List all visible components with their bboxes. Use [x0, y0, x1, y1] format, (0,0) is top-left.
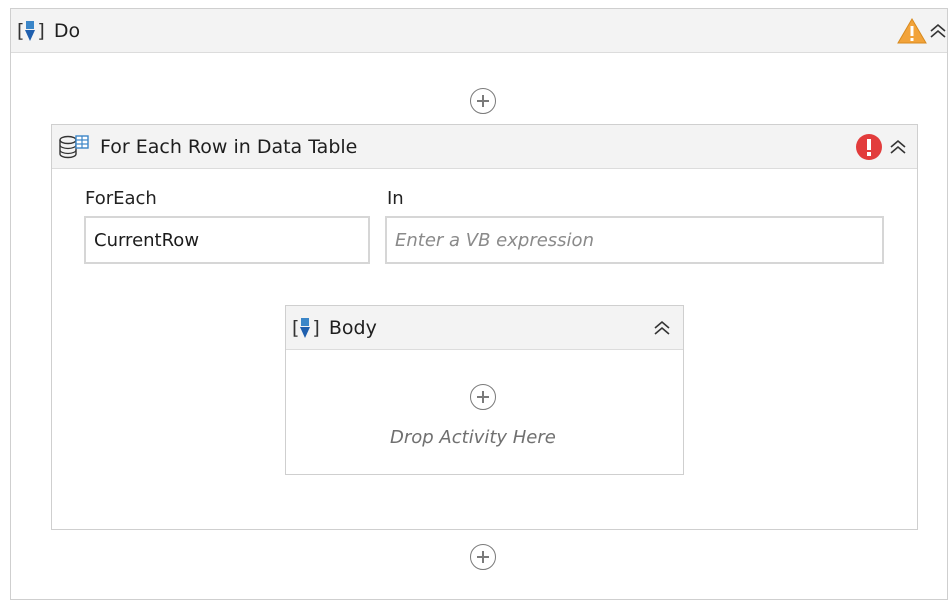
sequence-icon: []: [292, 316, 320, 339]
collapse-chevrons-icon[interactable]: [653, 319, 671, 337]
add-activity-button-body[interactable]: [470, 384, 496, 410]
drop-activity-hint: Drop Activity Here: [390, 427, 556, 448]
foreach-variable-input[interactable]: CurrentRow: [84, 216, 370, 264]
data-table-icon: [59, 134, 89, 158]
sequence-icon: []: [17, 19, 45, 42]
in-expression-input[interactable]: Enter a VB expression: [385, 216, 884, 264]
do-sequence-title: Do: [53, 19, 81, 42]
warning-icon: [897, 17, 927, 43]
foreach-label: ForEach: [85, 188, 157, 209]
for-each-row-title: For Each Row in Data Table: [100, 135, 358, 158]
body-sequence-header[interactable]: [] Body: [286, 306, 683, 350]
add-activity-button-bottom[interactable]: [470, 544, 496, 570]
do-sequence-header[interactable]: [] Do: [11, 9, 947, 53]
in-label: In: [387, 188, 404, 209]
error-icon: [856, 133, 882, 160]
collapse-chevrons-icon[interactable]: [889, 138, 907, 156]
for-each-row-header[interactable]: For Each Row in Data Table: [52, 125, 917, 169]
collapse-chevrons-icon[interactable]: [929, 22, 947, 40]
body-sequence-title: Body: [328, 316, 377, 339]
add-activity-button-top[interactable]: [470, 88, 496, 114]
